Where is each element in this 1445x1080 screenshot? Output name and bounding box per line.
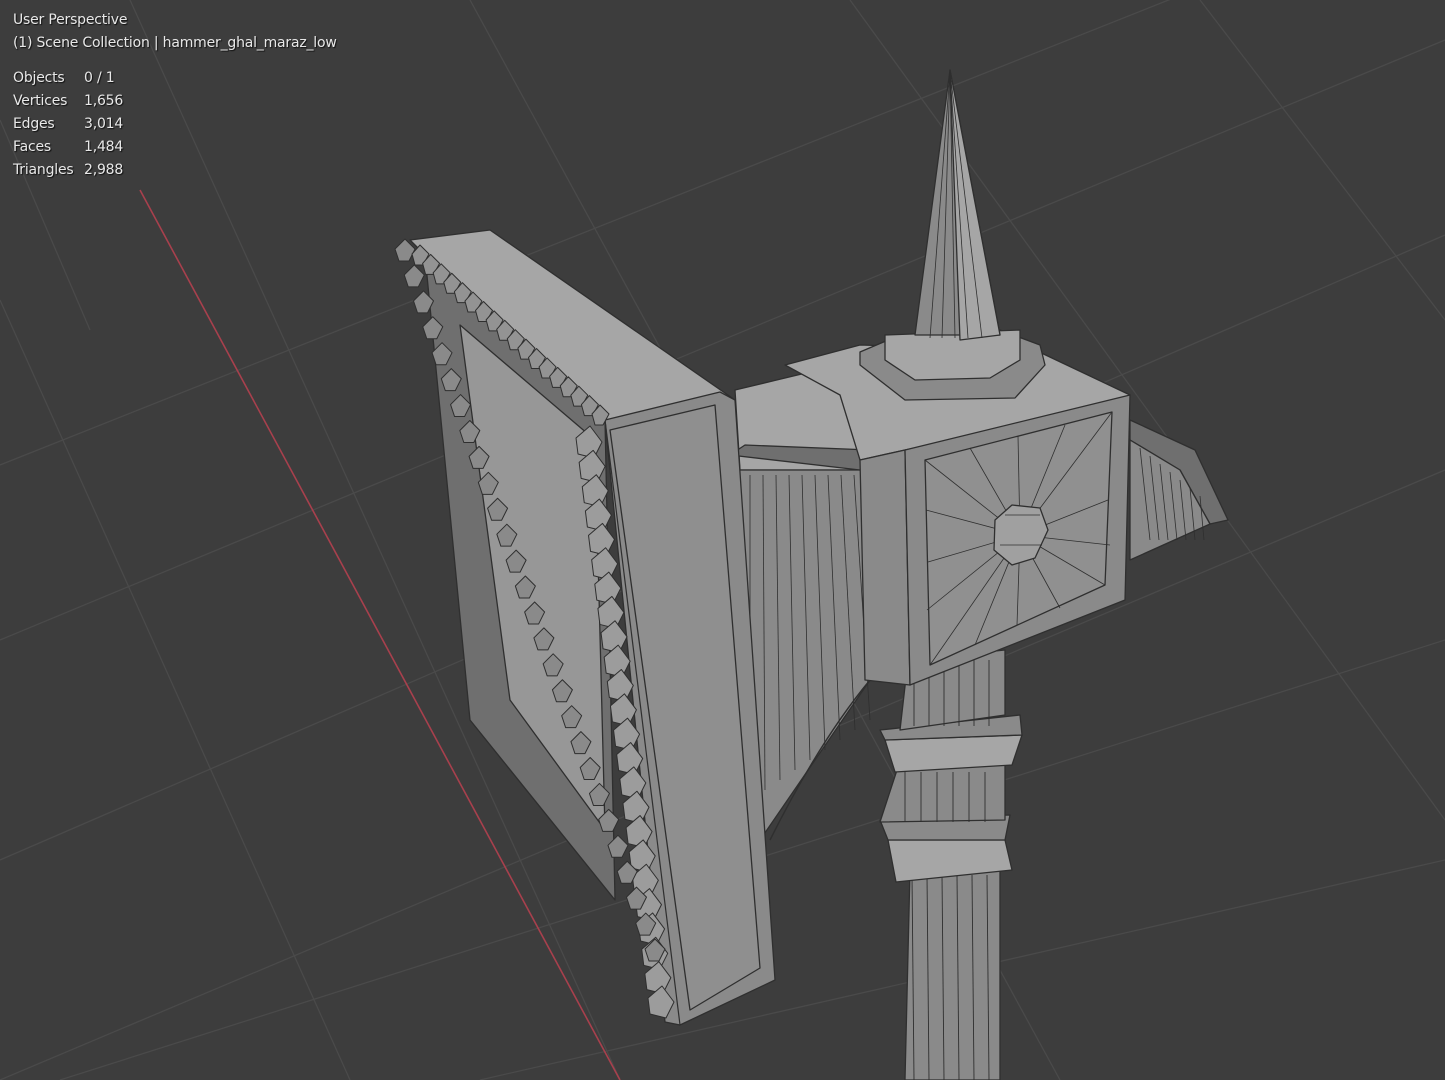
stat-triangles-value: 2,988 [84,162,124,178]
stat-edges-value: 3,014 [84,116,124,132]
stat-faces-label: Faces [13,139,51,155]
grid-line [0,299,351,1080]
top-spike [859,69,1046,401]
hammer-face [394,229,776,1026]
stat-triangles-label: Triangles [13,162,74,178]
3d-viewport[interactable]: User Perspective (1) Scene Collection | … [0,0,1445,1080]
hammer-mesh[interactable] [394,69,1229,1080]
back-flange [1129,419,1229,561]
scene-statistics: Objects 0 / 1 Vertices 1,656 Edges 3,014… [13,67,337,182]
stat-edges-label: Edges [13,116,55,132]
grid-line [1199,0,1445,321]
stat-objects-value: 0 / 1 [84,70,115,86]
stat-faces-value: 1,484 [84,139,124,155]
stat-vertices-value: 1,656 [84,93,124,109]
viewport-info-overlay: User Perspective (1) Scene Collection | … [13,9,337,182]
spike-collar [884,329,1021,381]
shaft-mid [879,764,1006,823]
shaft [879,649,1023,1080]
edge-stud [403,264,425,288]
collection-line: (1) Scene Collection | hammer_ghal_maraz… [13,35,337,51]
shaft-lower [904,869,1001,1080]
stat-objects-label: Objects [13,70,65,86]
stat-vertices-label: Vertices [13,93,68,109]
head-left-side [859,449,911,686]
view-name: User Perspective [13,12,128,28]
